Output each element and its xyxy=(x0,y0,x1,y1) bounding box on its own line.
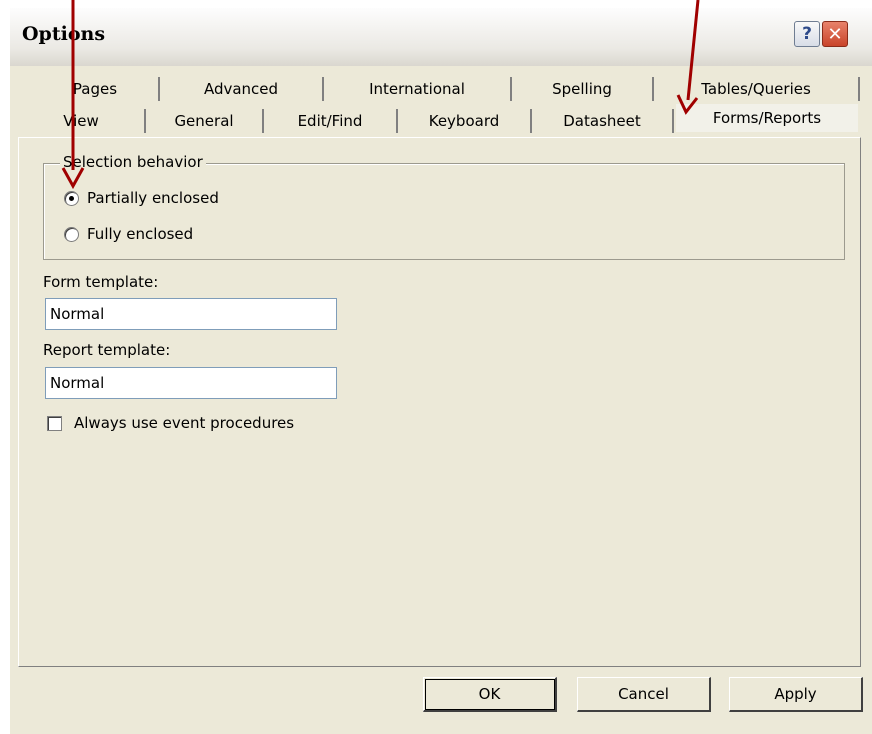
annotation-arrows xyxy=(61,0,700,190)
arrow-to-forms-reports-tab-icon xyxy=(676,0,700,115)
arrow-to-partially-enclosed-icon xyxy=(61,0,85,190)
